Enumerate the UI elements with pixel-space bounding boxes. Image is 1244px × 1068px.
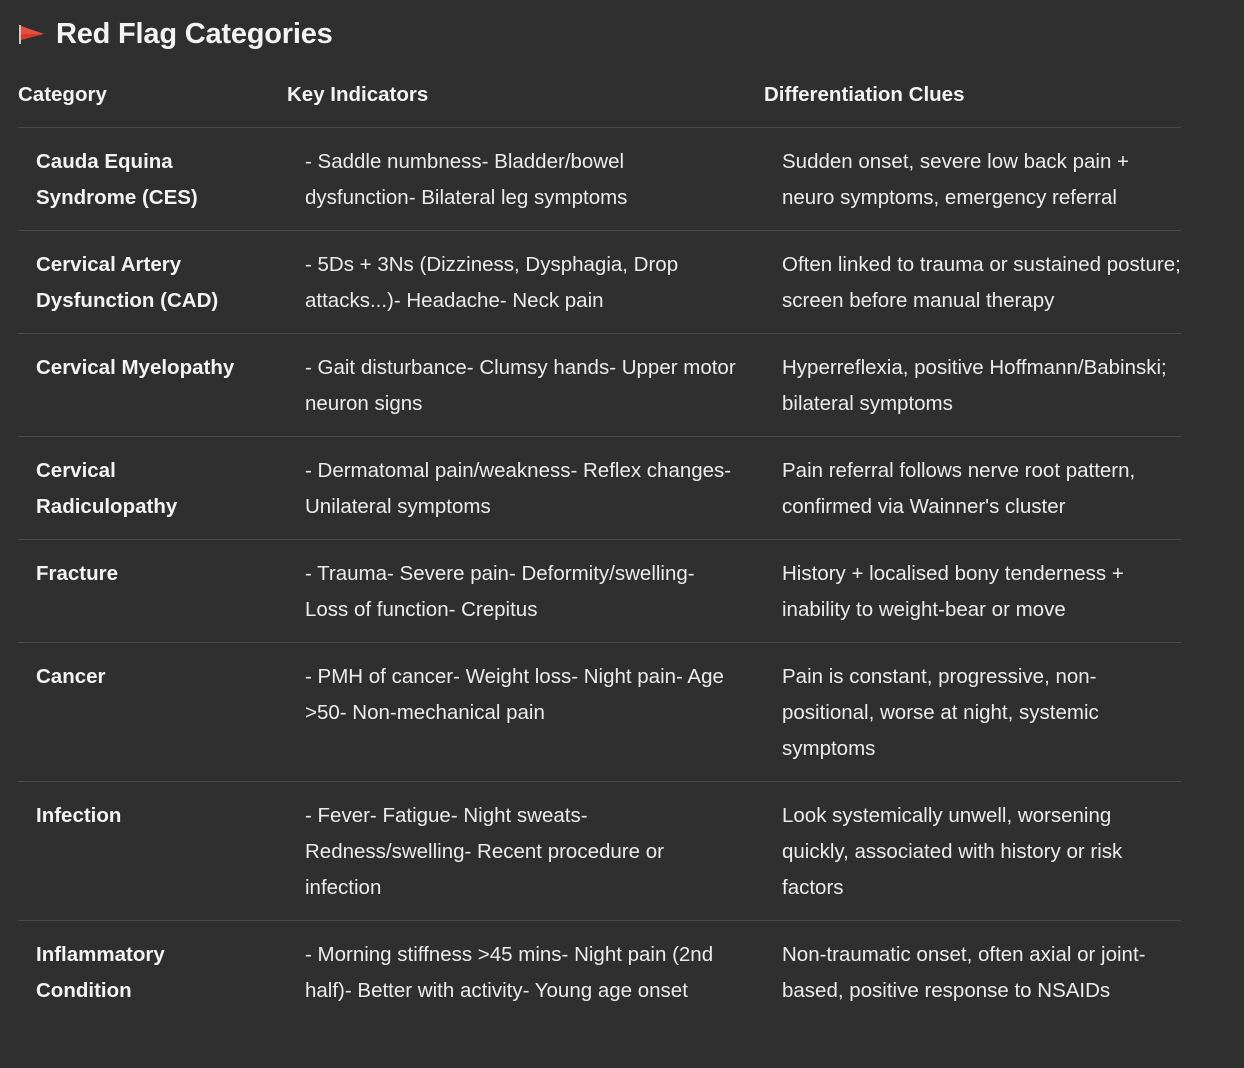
- table-row: Cervical Artery Dysfunction (CAD) - 5Ds …: [18, 230, 1181, 334]
- clues-cell: Hyperreflexia, positive Hoffmann/Babinsk…: [764, 333, 1181, 437]
- indicators-cell: - Gait disturbance- Clumsy hands- Upper …: [287, 333, 764, 437]
- clues-cell: History + localised bony tenderness + in…: [764, 539, 1181, 643]
- red-flag-table: Category Key Indicators Differentiation …: [18, 70, 1181, 1023]
- clues-cell: Often linked to trauma or sustained post…: [764, 230, 1181, 334]
- category-cell: Cancer: [18, 642, 287, 782]
- table-row: Cervical Radiculopathy - Dermatomal pain…: [18, 436, 1181, 540]
- clues-cell: Sudden onset, severe low back pain + neu…: [764, 127, 1181, 231]
- category-cell: Cervical Myelopathy: [18, 333, 287, 437]
- category-cell: Fracture: [18, 539, 287, 643]
- category-cell: Cervical Artery Dysfunction (CAD): [18, 230, 287, 334]
- table-row: Cervical Myelopathy - Gait disturbance- …: [18, 333, 1181, 437]
- clues-cell: Pain is constant, progressive, non-posit…: [764, 642, 1181, 782]
- column-header-key-indicators: Key Indicators: [287, 70, 764, 128]
- page: Red Flag Categories Category Key Indicat…: [0, 0, 1244, 1068]
- clues-cell: Non-traumatic onset, often axial or join…: [782, 943, 1146, 1002]
- clues-cell: Look systemically unwell, worsening quic…: [764, 781, 1181, 921]
- table-row: Inflammatory Condition - Morning stiffne…: [18, 921, 1181, 1024]
- category-cell: Inflammatory Condition: [36, 943, 165, 1002]
- indicators-cell: - Trauma- Severe pain- Deformity/swellin…: [287, 539, 764, 643]
- category-cell: Cauda Equina Syndrome (CES): [18, 127, 287, 231]
- column-header-differentiation-clues: Differentiation Clues: [764, 70, 1181, 128]
- category-cell: Infection: [18, 781, 287, 921]
- table-header-row: Category Key Indicators Differentiation …: [18, 70, 1181, 128]
- clues-cell: Pain referral follows nerve root pattern…: [764, 436, 1181, 540]
- indicators-cell: - Saddle numbness- Bladder/bowel dysfunc…: [287, 127, 764, 231]
- table-row: Cauda Equina Syndrome (CES) - Saddle num…: [18, 127, 1181, 231]
- category-cell: Cervical Radiculopathy: [18, 436, 287, 540]
- table-row: Cancer - PMH of cancer- Weight loss- Nig…: [18, 642, 1181, 782]
- indicators-cell: - 5Ds + 3Ns (Dizziness, Dysphagia, Drop …: [287, 230, 764, 334]
- page-title: Red Flag Categories: [56, 17, 333, 50]
- indicators-cell: - Dermatomal pain/weakness- Reflex chang…: [287, 436, 764, 540]
- red-flag-icon: [18, 23, 46, 45]
- title-row: Red Flag Categories: [18, 14, 333, 54]
- table-row: Fracture - Trauma- Severe pain- Deformit…: [18, 539, 1181, 643]
- indicators-cell: - PMH of cancer- Weight loss- Night pain…: [287, 642, 764, 782]
- indicators-cell: - Fever- Fatigue- Night sweats- Redness/…: [287, 781, 764, 921]
- indicators-cell: - Morning stiffness >45 mins- Night pain…: [305, 943, 714, 1002]
- column-header-category: Category: [18, 70, 287, 128]
- table-row: Infection - Fever- Fatigue- Night sweats…: [18, 781, 1181, 921]
